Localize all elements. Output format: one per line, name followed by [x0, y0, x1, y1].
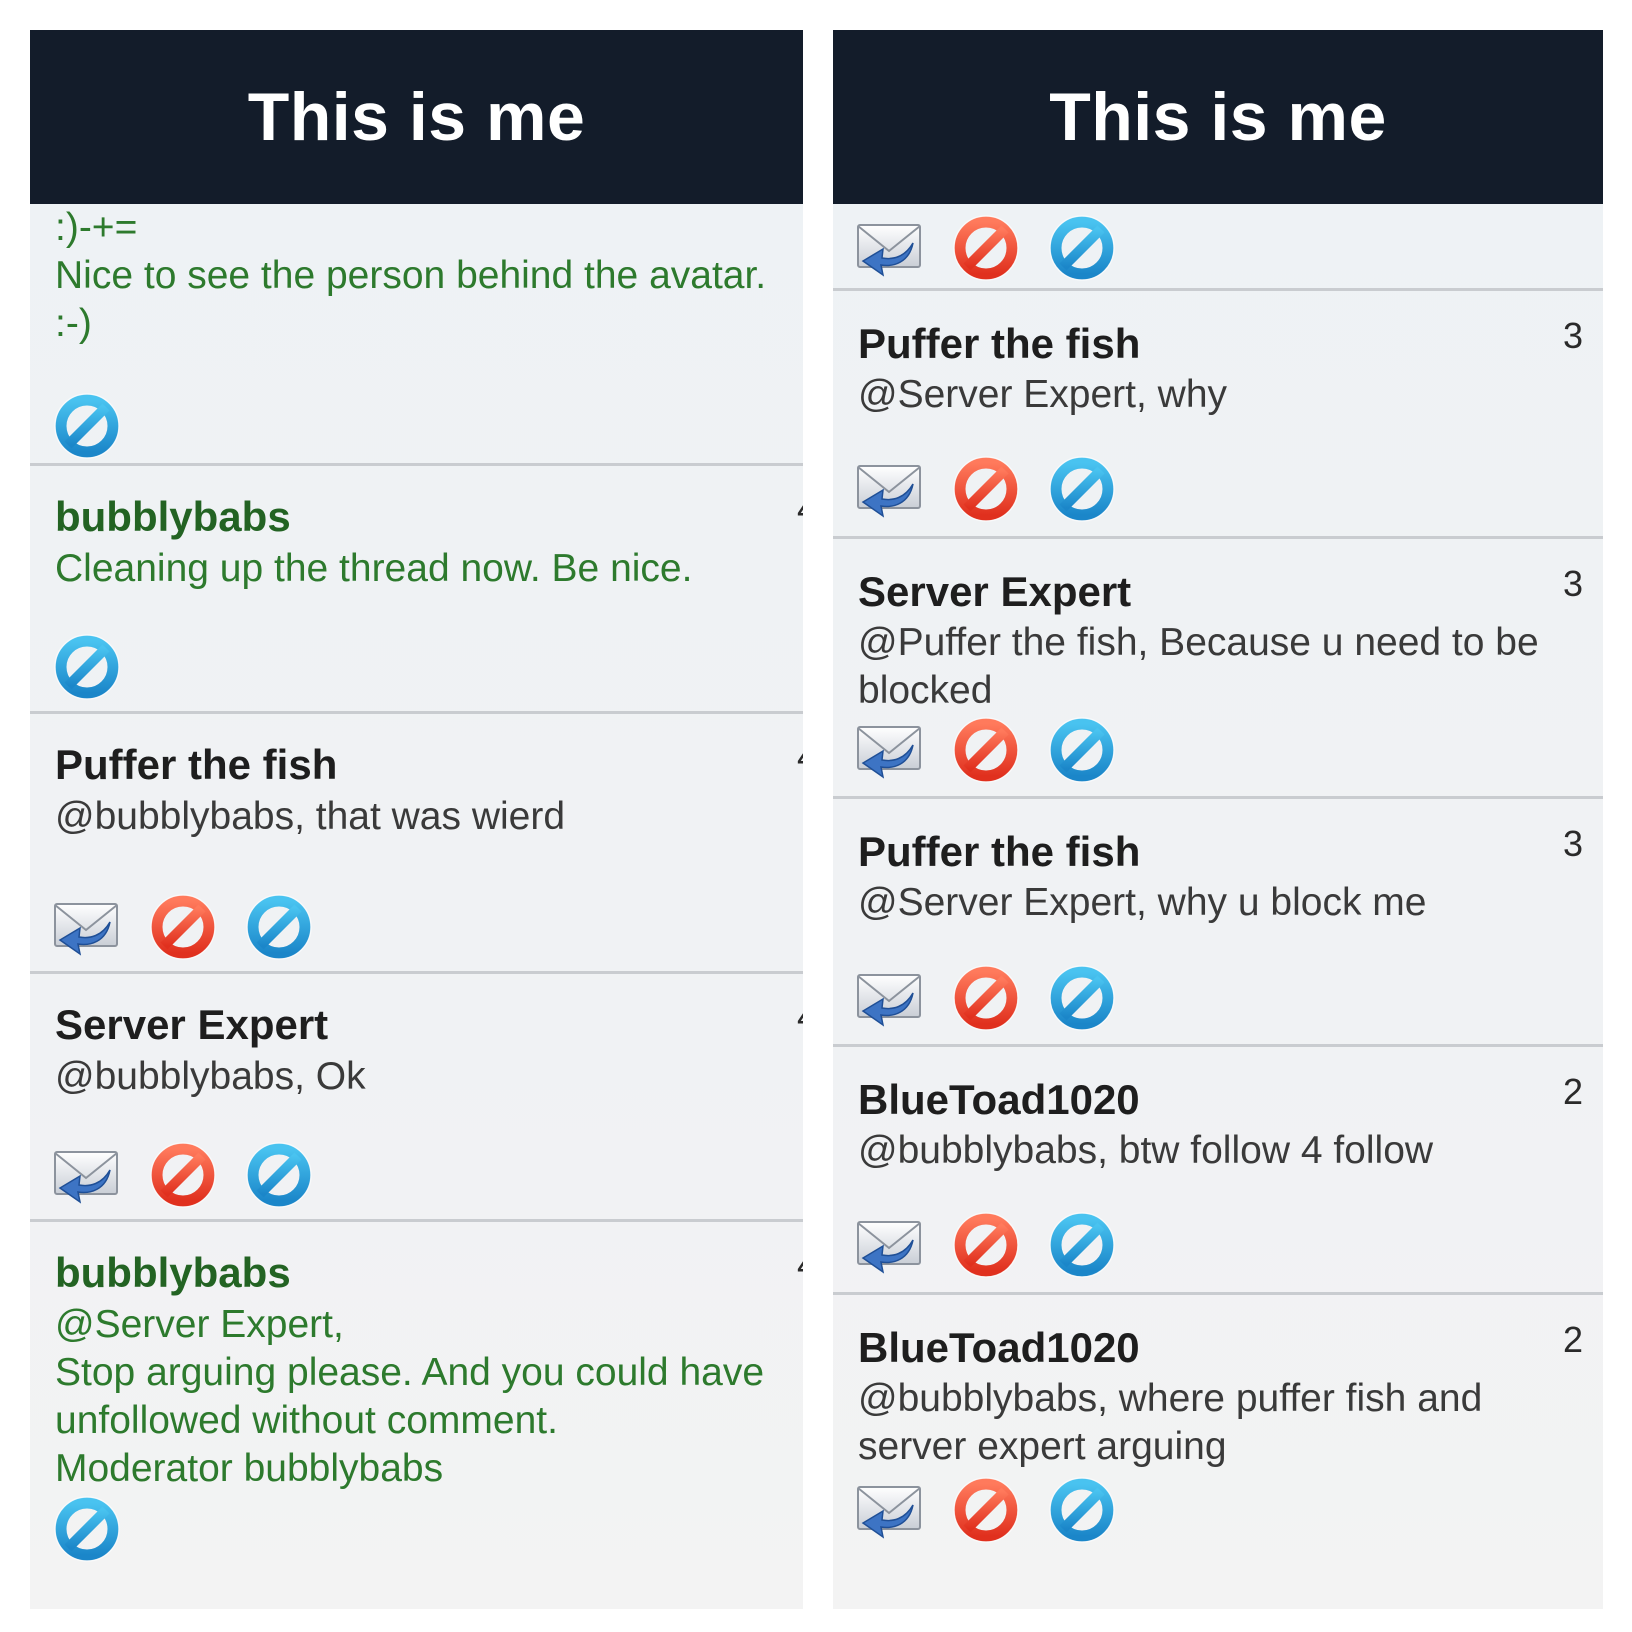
reply-mail-icon[interactable]: [855, 213, 925, 283]
list-item: :)-+= Nice to see the person behind the …: [30, 204, 803, 466]
reply-mail-icon[interactable]: [855, 963, 925, 1033]
blue-block-icon[interactable]: [244, 1140, 314, 1210]
list-item: Puffer the fish 3 @Server Expert, why u …: [833, 799, 1603, 1047]
post-author[interactable]: bubblybabs: [55, 1249, 291, 1297]
list-item: Puffer the fish 3 @Server Expert, why: [833, 291, 1603, 539]
blue-block-icon[interactable]: [1047, 454, 1117, 524]
right-screen: This is me Puffer the fish 3 @Server Exp…: [833, 30, 1603, 1609]
post-count: 4: [797, 1244, 803, 1286]
post-author[interactable]: Server Expert: [55, 1001, 328, 1049]
post-author[interactable]: Puffer the fish: [858, 828, 1140, 876]
post-count: 3: [1562, 315, 1583, 356]
list-item: bubblybabs 4 @Server Expert, Stop arguin…: [30, 1222, 803, 1609]
blue-block-icon[interactable]: [52, 632, 122, 702]
list-item: [833, 204, 1603, 288]
list-item: bubblybabs 4 Cleaning up the thread now.…: [30, 466, 803, 714]
post-count: 3: [1562, 823, 1583, 864]
post-count: 4: [797, 488, 803, 530]
red-block-icon[interactable]: [951, 1210, 1021, 1280]
blue-block-icon[interactable]: [1047, 963, 1117, 1033]
post-author[interactable]: BlueToad1020: [858, 1324, 1140, 1372]
blue-block-icon[interactable]: [1047, 213, 1117, 283]
blue-block-icon[interactable]: [52, 391, 122, 461]
list-item: Server Expert 3 @Puffer the fish, Becaus…: [833, 539, 1603, 799]
post-count: 4: [797, 996, 803, 1038]
list-item: BlueToad1020 2 @bubblybabs, btw follow 4…: [833, 1047, 1603, 1295]
blue-block-icon[interactable]: [1047, 715, 1117, 785]
red-block-icon[interactable]: [951, 213, 1021, 283]
red-block-icon[interactable]: [148, 892, 218, 962]
post-message: @bubblybabs, Ok: [55, 1055, 366, 1098]
blue-block-icon[interactable]: [52, 1494, 122, 1564]
red-block-icon[interactable]: [148, 1140, 218, 1210]
post-message: @Puffer the fish, Because u need to be b…: [858, 621, 1539, 712]
red-block-icon[interactable]: [951, 1475, 1021, 1545]
page-title: This is me: [833, 30, 1603, 204]
reply-mail-icon[interactable]: [855, 1475, 925, 1545]
blue-block-icon[interactable]: [1047, 1210, 1117, 1280]
left-screen: This is me :)-+= Nice to see the person …: [30, 30, 803, 1609]
red-block-icon[interactable]: [951, 963, 1021, 1033]
post-message: @Server Expert, why u block me: [858, 881, 1427, 924]
blue-block-icon[interactable]: [244, 892, 314, 962]
post-message: @bubblybabs, that was wierd: [55, 795, 566, 838]
red-block-icon[interactable]: [951, 454, 1021, 524]
post-count: 2: [1562, 1071, 1583, 1112]
reply-mail-icon[interactable]: [855, 454, 925, 524]
list-item: Server Expert 4 @bubblybabs, Ok: [30, 974, 803, 1222]
post-count: 2: [1562, 1319, 1583, 1360]
post-count: 3: [1562, 563, 1583, 604]
post-message: @bubblybabs, btw follow 4 follow: [858, 1129, 1434, 1172]
post-count: 4: [797, 736, 803, 778]
post-message: @bubblybabs, where puffer fish and serve…: [858, 1377, 1483, 1468]
red-block-icon[interactable]: [951, 715, 1021, 785]
page-title: This is me: [30, 30, 803, 204]
post-message: Cleaning up the thread now. Be nice.: [55, 547, 693, 590]
list-item: BlueToad1020 2 @bubblybabs, where puffer…: [833, 1295, 1603, 1609]
reply-mail-icon[interactable]: [855, 715, 925, 785]
list-item: Puffer the fish 4 @bubblybabs, that was …: [30, 714, 803, 974]
post-message: :)-+= Nice to see the person behind the …: [55, 206, 767, 345]
post-author[interactable]: BlueToad1020: [858, 1076, 1140, 1124]
reply-mail-icon[interactable]: [52, 1140, 122, 1210]
reply-mail-icon[interactable]: [855, 1210, 925, 1280]
post-author[interactable]: Server Expert: [858, 568, 1131, 616]
post-author[interactable]: Puffer the fish: [858, 320, 1140, 368]
post-message: @Server Expert, why: [858, 373, 1228, 416]
blue-block-icon[interactable]: [1047, 1475, 1117, 1545]
post-message: @Server Expert, Stop arguing please. And…: [55, 1303, 765, 1490]
post-author[interactable]: bubblybabs: [55, 493, 291, 541]
post-author[interactable]: Puffer the fish: [55, 741, 337, 789]
reply-mail-icon[interactable]: [52, 892, 122, 962]
